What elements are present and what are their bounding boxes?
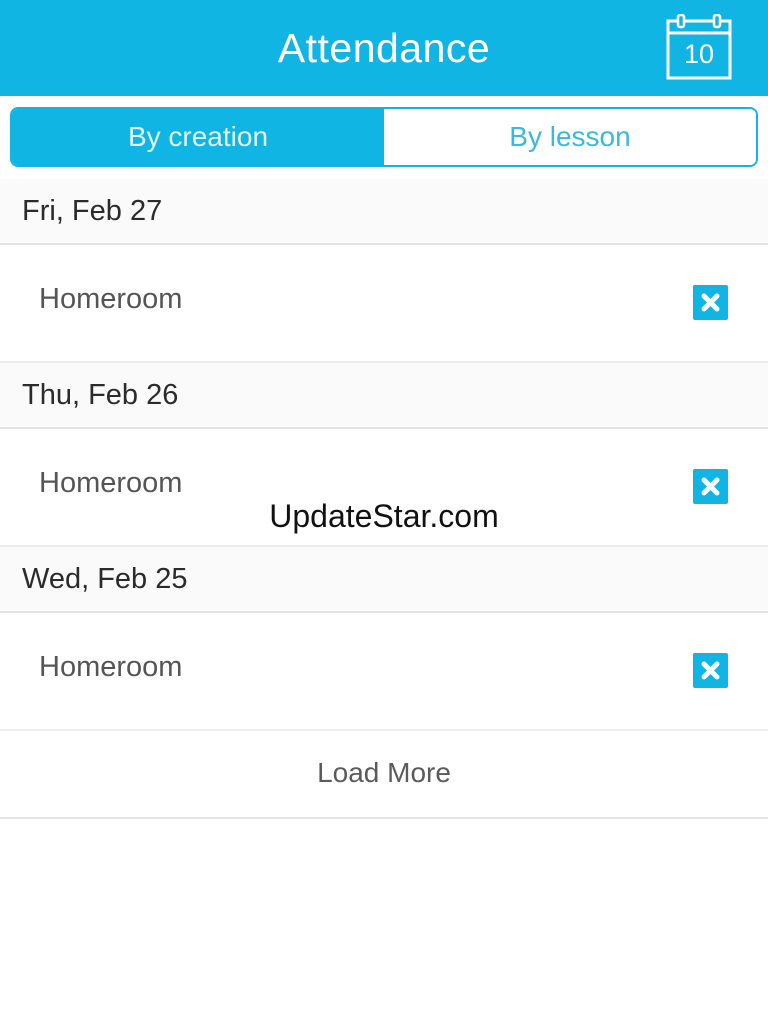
delete-button[interactable]: [693, 469, 728, 504]
list-item[interactable]: Homeroom: [0, 429, 768, 547]
date-section-header: Fri, Feb 27: [0, 179, 768, 245]
delete-button[interactable]: [693, 285, 728, 320]
date-section-header: Thu, Feb 26: [0, 363, 768, 429]
attendance-list: Fri, Feb 27 Homeroom Thu, Feb 26 Homeroo…: [0, 179, 768, 819]
calendar-button[interactable]: 10: [666, 14, 732, 80]
close-icon: [701, 477, 720, 496]
calendar-day-number: 10: [683, 39, 715, 69]
tab-by-lesson[interactable]: By lesson: [384, 109, 756, 165]
delete-button[interactable]: [693, 653, 728, 688]
list-item[interactable]: Homeroom: [0, 613, 768, 731]
app-header: Attendance 10: [0, 0, 768, 96]
tab-by-creation[interactable]: By creation: [12, 109, 384, 165]
close-icon: [701, 293, 720, 312]
view-mode-tabs: By creation By lesson: [10, 107, 758, 167]
close-icon: [701, 661, 720, 680]
attendance-screen: Attendance 10 By creation By lesson Fri,…: [0, 0, 768, 1024]
list-item[interactable]: Homeroom: [0, 245, 768, 363]
list-item-label: Homeroom: [39, 651, 183, 683]
date-section-header: Wed, Feb 25: [0, 547, 768, 613]
list-item-label: Homeroom: [39, 283, 183, 315]
page-title: Attendance: [277, 25, 491, 71]
load-more-button[interactable]: Load More: [0, 731, 768, 819]
list-item-label: Homeroom: [39, 467, 183, 499]
